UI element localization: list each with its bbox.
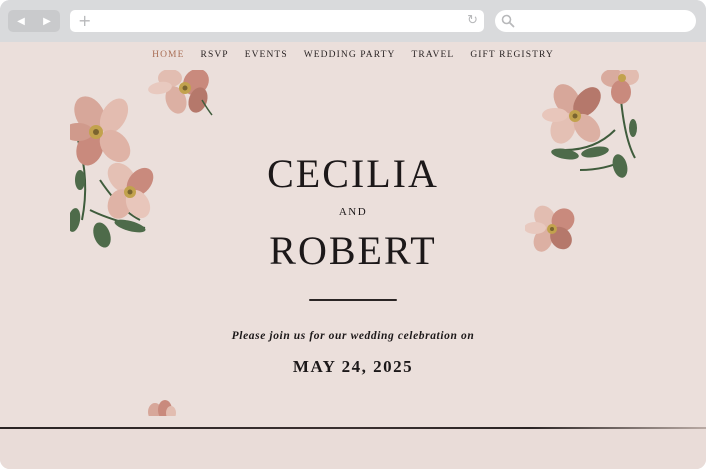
address-bar[interactable]: + ↻ (70, 10, 484, 32)
forward-arrow-icon: ▶ (43, 15, 51, 27)
divider-line (309, 299, 397, 301)
wedding-date: MAY 24, 2025 (292, 357, 414, 376)
reload-icon[interactable]: ↻ (467, 12, 478, 30)
bottom-section (0, 429, 706, 469)
partner-one-name: CECILIA (267, 151, 439, 196)
floral-bottom-bud-illustration (148, 400, 176, 416)
browser-toolbar: ◀ ▶ + ↻ (0, 0, 706, 42)
site-nav: HOME RSVP EVENTS WEDDING PARTY TRAVEL GI… (0, 50, 706, 60)
search-icon (501, 14, 515, 28)
browser-window: ◀ ▶ + ↻ HOME RSVP EVENTS WEDDING PARTY T… (0, 0, 706, 469)
forward-button[interactable]: ▶ (34, 10, 60, 32)
nav-home[interactable]: HOME (144, 50, 192, 60)
partner-two-name: ROBERT (269, 228, 437, 273)
history-buttons: ◀ ▶ (8, 10, 60, 32)
and-conjunction: AND (338, 206, 368, 218)
nav-rsvp[interactable]: RSVP (193, 50, 237, 60)
nav-wedding-party[interactable]: WEDDING PARTY (296, 50, 404, 60)
nav-travel[interactable]: TRAVEL (403, 50, 462, 60)
back-button[interactable]: ◀ (8, 10, 34, 32)
nav-events[interactable]: EVENTS (237, 50, 296, 60)
nav-gift-registry[interactable]: GIFT REGISTRY (462, 50, 562, 60)
wedding-page: HOME RSVP EVENTS WEDDING PARTY TRAVEL GI… (0, 42, 706, 469)
new-tab-plus-icon[interactable]: + (78, 11, 91, 31)
invitation-text: Please join us for our wedding celebrati… (231, 330, 475, 342)
search-bar[interactable] (495, 10, 696, 32)
back-arrow-icon: ◀ (17, 15, 25, 27)
